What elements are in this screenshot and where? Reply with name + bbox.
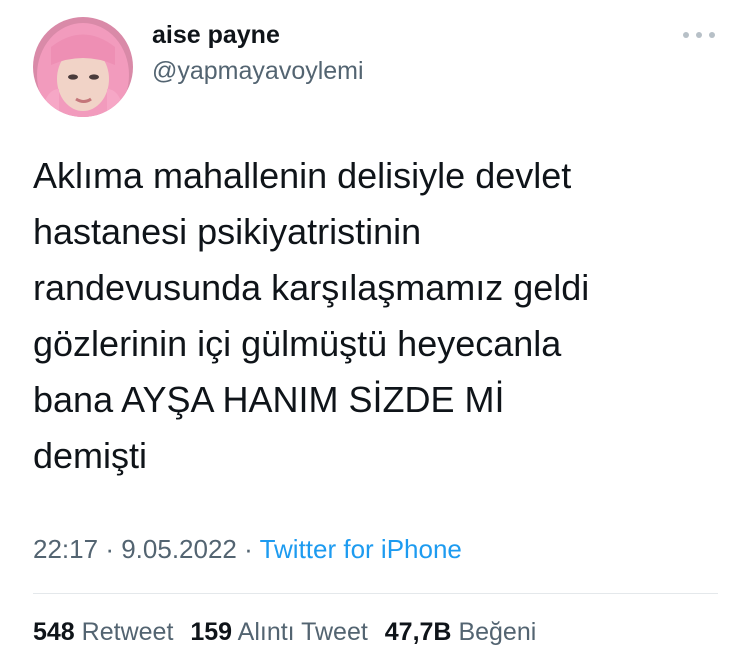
tweet-timestamp[interactable]: 22:17 · 9.05.2022 bbox=[33, 534, 237, 564]
tweet-text-line: Aklıma mahallenin delisiyle devlet bbox=[33, 155, 572, 196]
retweets-stat[interactable]: 548 Retweet bbox=[33, 618, 173, 646]
tweet-text-line: demişti bbox=[33, 435, 148, 476]
tweet-text: Aklıma mahallenin delisiyle devlet hasta… bbox=[33, 148, 723, 484]
tweet-source-link[interactable]: Twitter for iPhone bbox=[260, 534, 462, 564]
meta-separator: · bbox=[244, 534, 253, 564]
avatar-image bbox=[33, 17, 133, 117]
dot bbox=[696, 32, 702, 38]
quotes-count: 159 bbox=[190, 618, 233, 646]
quotes-stat[interactable]: 159 Alıntı Tweet bbox=[190, 618, 367, 646]
tweet-text-line: randevusunda karşılaşmamız geldi bbox=[33, 267, 590, 308]
tweet-stats: 548 Retweet 159 Alıntı Tweet 47,7B Beğen… bbox=[33, 615, 546, 649]
retweets-label: Retweet bbox=[81, 618, 174, 646]
likes-count: 47,7B bbox=[384, 618, 452, 646]
author-handle[interactable]: @yapmayavoylemi bbox=[152, 55, 364, 87]
author-display-name[interactable]: aise payne bbox=[152, 19, 280, 51]
tweet-date: 9.05.2022 bbox=[121, 534, 237, 564]
tweet-text-line: hastanesi psikiyatristinin bbox=[33, 211, 422, 252]
avatar[interactable] bbox=[33, 17, 133, 117]
likes-label: Beğeni bbox=[458, 618, 537, 646]
tweet-text-line: gözlerinin içi gülmüştü heyecanla bbox=[33, 323, 562, 364]
tweet-time: 22:17 bbox=[33, 534, 99, 564]
dot bbox=[709, 32, 715, 38]
meta-separator: · bbox=[105, 534, 114, 564]
tweet-meta: 22:17 · 9.05.2022 · Twitter for iPhone bbox=[33, 532, 462, 566]
quotes-label: Alıntı Tweet bbox=[237, 618, 368, 646]
divider bbox=[33, 593, 718, 594]
more-horizontal-icon[interactable] bbox=[683, 24, 715, 46]
dot bbox=[683, 32, 689, 38]
tweet-text-line: bana AYŞA HANIM SİZDE Mİ bbox=[33, 379, 505, 420]
retweets-count: 548 bbox=[33, 618, 75, 646]
likes-stat[interactable]: 47,7B Beğeni bbox=[385, 618, 537, 646]
